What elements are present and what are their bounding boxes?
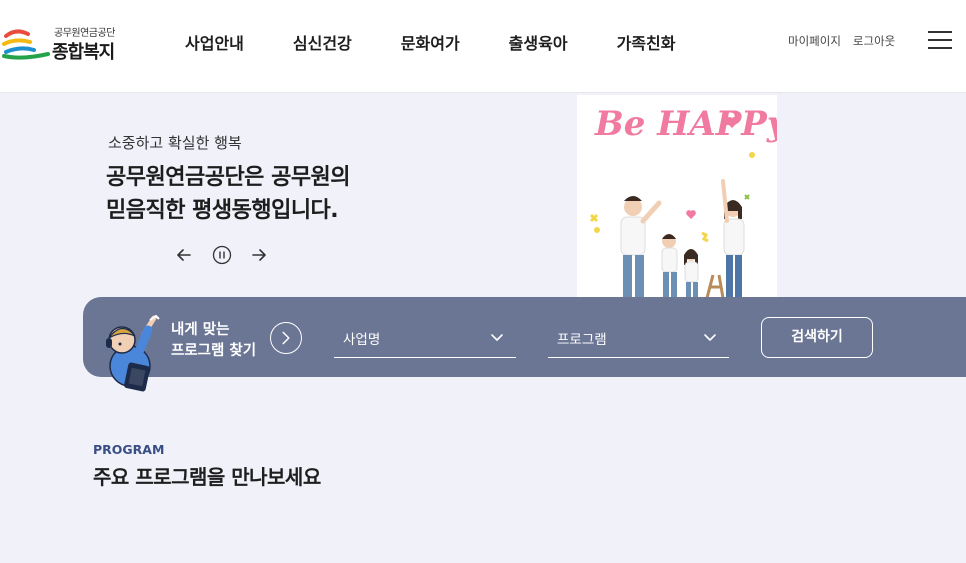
nav-item-business[interactable]: 사업안내 — [185, 30, 244, 54]
finder-title-line1: 내게 맞는 — [171, 322, 230, 338]
site-header: 공무원연금공단 종합복지 사업안내 심신건강 문화여가 출생육아 가족친화 마이… — [0, 0, 966, 93]
nav-item-family[interactable]: 가족친화 — [617, 30, 676, 54]
program-eyebrow: PROGRAM — [93, 442, 165, 457]
mascot-character-icon — [106, 314, 160, 392]
search-button[interactable]: 검색하기 — [761, 317, 873, 358]
hero-title-line2: 믿음직한 평생동행입니다. — [106, 198, 339, 223]
prev-slide-arrow-icon[interactable] — [176, 243, 192, 267]
hero-title-line1: 공무원연금공단은 공무원의 — [106, 165, 351, 190]
finder-title-line2: 프로그램 찾기 — [171, 343, 257, 359]
utility-links: 마이페이지 로그아웃 — [788, 33, 907, 49]
mypage-link[interactable]: 마이페이지 — [788, 33, 841, 49]
program-title: 주요 프로그램을 만나보세요 — [93, 465, 321, 489]
hero-image-text: Be HAPPy — [594, 104, 777, 144]
business-name-select-value: 사업명 — [343, 332, 381, 348]
nav-item-culture[interactable]: 문화여가 — [401, 30, 460, 54]
chevron-right-circle-icon[interactable] — [270, 322, 302, 354]
hero-eyebrow: 소중하고 확실한 행복 — [108, 134, 242, 152]
program-select[interactable]: 프로그램 — [548, 320, 729, 358]
program-select-value: 프로그램 — [557, 332, 607, 348]
logo-mark-icon — [2, 29, 50, 60]
logo-subtitle: 공무원연금공단 — [54, 28, 115, 39]
site-logo[interactable]: 공무원연금공단 종합복지 — [2, 20, 132, 64]
logout-link[interactable]: 로그아웃 — [853, 33, 895, 49]
chevron-down-icon — [491, 334, 503, 341]
main-nav: 사업안내 심신건강 문화여가 출생육아 가족친화 — [185, 30, 724, 54]
chevron-down-icon — [704, 334, 716, 341]
hamburger-menu-icon[interactable] — [928, 29, 952, 49]
logo-title: 종합복지 — [52, 42, 115, 63]
nav-item-childcare[interactable]: 출생육아 — [509, 30, 568, 54]
pause-slide-icon[interactable] — [212, 243, 232, 267]
next-slide-arrow-icon[interactable] — [251, 243, 267, 267]
nav-item-health[interactable]: 심신건강 — [293, 30, 352, 54]
business-name-select[interactable]: 사업명 — [334, 320, 516, 358]
hero-family-image: Be HAPPy — [577, 95, 777, 298]
